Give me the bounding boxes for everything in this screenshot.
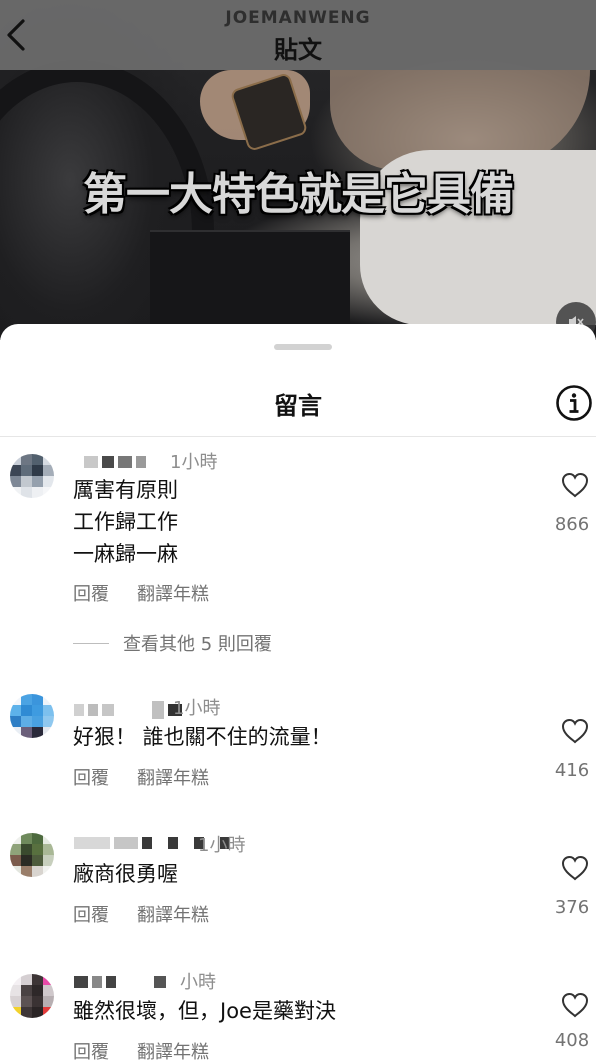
comment-line: 厲害有原則: [73, 478, 178, 502]
avatar[interactable]: [10, 694, 54, 738]
like-area: 416: [555, 718, 595, 781]
translate-button[interactable]: 翻譯年糕: [137, 1038, 209, 1064]
page-title: 貼文: [274, 36, 322, 64]
username-redacted[interactable]: [74, 700, 182, 720]
sheet-title: 留言: [274, 392, 322, 420]
comment-line: 雖然很壞，但，Joe是藥對決: [73, 999, 336, 1023]
comment-actions: 回覆 翻譯年糕: [73, 1038, 209, 1064]
video-caption: 第一大特色就是它具備: [83, 169, 514, 220]
avatar[interactable]: [10, 454, 54, 498]
comment-text: 好狠！ 誰也關不住的流量！: [73, 721, 332, 753]
reply-button[interactable]: 回覆: [73, 901, 109, 927]
like-count: 376: [554, 897, 590, 918]
view-replies-label: 查看其他 5 則回覆: [123, 634, 272, 655]
like-area: 376: [555, 855, 595, 918]
top-header: JOEMANWENG 貼文: [0, 0, 596, 70]
comment-actions: 回覆 翻譯年糕: [73, 901, 209, 927]
like-count: 866: [554, 514, 590, 535]
avatar[interactable]: [10, 974, 54, 1018]
translate-button[interactable]: 翻譯年糕: [137, 901, 209, 927]
heart-icon[interactable]: [561, 472, 589, 498]
translate-button[interactable]: 翻譯年糕: [137, 764, 209, 790]
comment-time: 1小時: [198, 835, 246, 856]
heart-icon[interactable]: [561, 718, 589, 744]
heart-icon[interactable]: [561, 855, 589, 881]
like-count: 416: [554, 760, 590, 781]
comment-actions: 回覆 翻譯年糕: [73, 580, 209, 606]
translate-button[interactable]: 翻譯年糕: [137, 580, 209, 606]
comment-time: 小時: [180, 972, 216, 993]
comment-text: 雖然很壞，但，Joe是藥對決: [73, 995, 336, 1027]
car-console: [150, 230, 350, 332]
heart-icon[interactable]: [561, 992, 589, 1018]
header-username[interactable]: JOEMANWENG: [0, 8, 596, 28]
like-count: 408: [554, 1030, 590, 1051]
avatar[interactable]: [10, 833, 54, 877]
info-button[interactable]: [555, 384, 593, 422]
username-redacted[interactable]: [84, 452, 146, 472]
comment-line: 一麻歸一麻: [73, 542, 178, 566]
like-area: 408: [555, 992, 595, 1051]
comment-line: 好狠！ 誰也關不住的流量！: [73, 725, 332, 749]
header-divider: [0, 436, 596, 437]
comment-line: 工作歸工作: [73, 510, 178, 534]
reply-button[interactable]: 回覆: [73, 580, 109, 606]
like-area: 866: [555, 472, 595, 535]
comments-sheet: 留言: [0, 324, 596, 1060]
divider-line: [73, 642, 109, 644]
username-redacted[interactable]: [74, 972, 166, 992]
comment-line: 廠商很勇喔: [73, 862, 178, 886]
comment-time: 1小時: [173, 698, 221, 719]
reply-button[interactable]: 回覆: [73, 764, 109, 790]
comment-text: 廠商很勇喔: [73, 858, 178, 890]
comment-time: 1小時: [170, 452, 218, 473]
view-replies-button[interactable]: 查看其他 5 則回覆: [73, 630, 272, 656]
sheet-grabber[interactable]: [274, 344, 332, 350]
info-icon: [556, 385, 592, 421]
comment-text: 厲害有原則 工作歸工作 一麻歸一麻: [73, 474, 178, 570]
reply-button[interactable]: 回覆: [73, 1038, 109, 1064]
comment-actions: 回覆 翻譯年糕: [73, 764, 209, 790]
